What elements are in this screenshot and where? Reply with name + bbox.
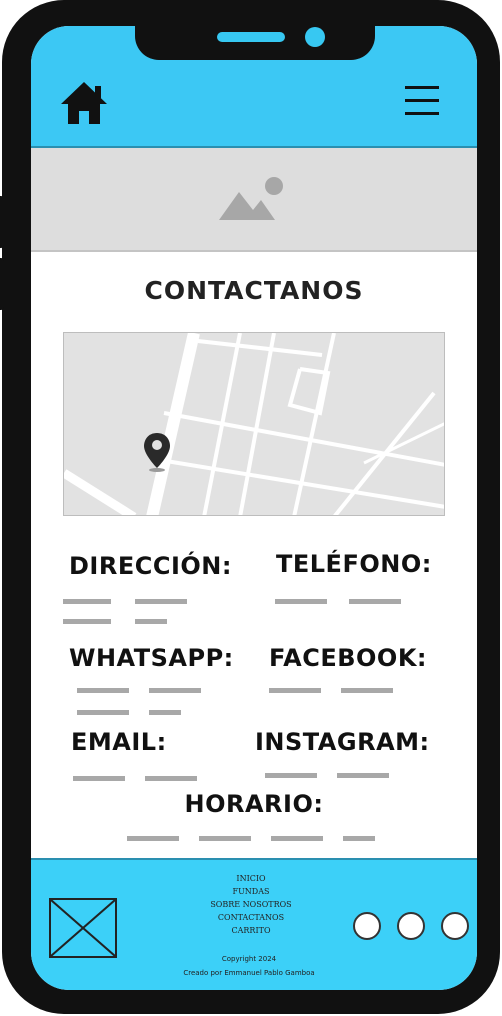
facebook-label: FACEBOOK: (269, 644, 428, 672)
logo-placeholder-icon[interactable] (49, 898, 117, 958)
email-label: EMAIL: (71, 728, 167, 756)
footer-link-sobre-nosotros[interactable]: SOBRE NOSOTROS (181, 898, 321, 911)
whatsapp-label: WHATSAPP: (69, 644, 234, 672)
location-map[interactable] (63, 332, 445, 516)
instagram-label: INSTAGRAM: (255, 728, 430, 756)
front-camera (305, 27, 325, 47)
social-icon-3[interactable] (441, 912, 469, 940)
footer: INICIO FUNDAS SOBRE NOSOTROS CONTACTANOS… (31, 858, 477, 990)
copyright: Copyright 2024 Creado por Emmanuel Pablo… (149, 952, 349, 980)
volume-down-button (0, 258, 4, 310)
direccion-label: DIRECCIÓN: (69, 552, 232, 580)
hamburger-menu-icon[interactable] (403, 84, 441, 118)
phone-frame: CONTACTANOS DIRECCIÓN: TELÉFONO: WHATSAP… (0, 0, 500, 1014)
footer-link-fundas[interactable]: FUNDAS (181, 885, 321, 898)
footer-link-carrito[interactable]: CARRITO (181, 924, 321, 937)
hero-banner (31, 148, 477, 252)
horario-label: HORARIO: (184, 790, 324, 818)
copyright-year: Copyright 2024 (221, 955, 277, 963)
home-icon[interactable] (59, 80, 109, 126)
phone-screen: CONTACTANOS DIRECCIÓN: TELÉFONO: WHATSAP… (31, 26, 477, 990)
social-icon-2[interactable] (397, 912, 425, 940)
footer-link-contactanos[interactable]: CONTACTANOS (181, 911, 321, 924)
social-icon-1[interactable] (353, 912, 381, 940)
copyright-author: Creado por Emmanuel Pablo Gamboa (183, 969, 315, 977)
telefono-label: TELÉFONO: (276, 550, 432, 578)
map-pin-icon[interactable] (142, 431, 172, 473)
image-placeholder-icon (217, 174, 287, 228)
footer-link-inicio[interactable]: INICIO (181, 872, 321, 885)
speaker (217, 32, 285, 42)
footer-nav: INICIO FUNDAS SOBRE NOSOTROS CONTACTANOS… (181, 872, 321, 937)
notch (135, 26, 375, 60)
page-title: CONTACTANOS (144, 276, 364, 305)
volume-up-button (0, 196, 4, 248)
